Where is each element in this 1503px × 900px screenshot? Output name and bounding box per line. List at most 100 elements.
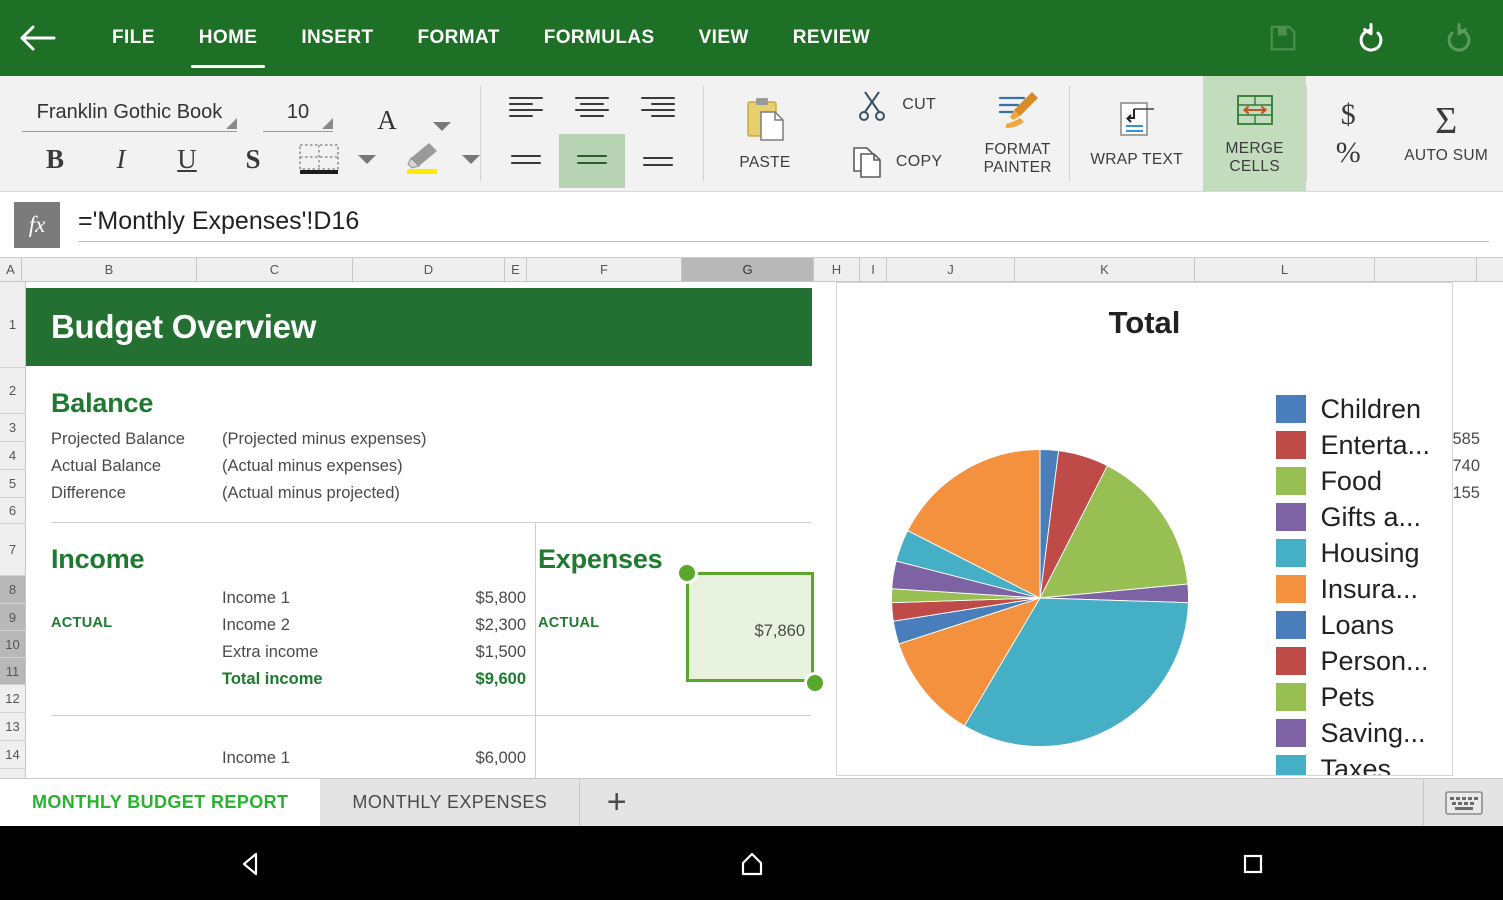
row-header-13[interactable]: 13 <box>0 713 25 741</box>
save-button[interactable] <box>1239 0 1327 76</box>
selection-handle-bottom-right[interactable] <box>804 672 826 694</box>
tab-review-label: REVIEW <box>793 27 870 49</box>
chevron-down-icon <box>462 155 480 164</box>
android-home-button[interactable] <box>692 826 812 900</box>
underline-label: U <box>177 144 197 174</box>
align-bottom-button[interactable] <box>625 134 691 188</box>
column-header-f[interactable]: F <box>527 258 682 281</box>
align-left-button[interactable] <box>493 80 559 134</box>
borders-dropdown[interactable] <box>358 151 376 169</box>
merge-cells-button[interactable]: MERGE CELLS <box>1225 76 1283 191</box>
sheet-canvas[interactable]: Budget Overview Balance Projected Balanc… <box>26 282 1503 778</box>
column-header-l[interactable]: L <box>1195 258 1375 281</box>
wrap-text-button[interactable]: WRAP TEXT <box>1090 76 1183 191</box>
android-recents-button[interactable] <box>1193 826 1313 900</box>
row-header-7[interactable]: 7 <box>0 524 25 576</box>
legend-item: Insura... <box>1276 571 1430 607</box>
font-name-value: Franklin Gothic Book <box>37 101 223 123</box>
chart-container[interactable]: Total ChildrenEnterta...FoodGifts a...Ho… <box>836 282 1453 776</box>
tab-home[interactable]: HOME <box>177 0 280 76</box>
borders-button[interactable] <box>294 142 346 178</box>
keyboard-toggle-button[interactable] <box>1423 779 1503 826</box>
undo-button[interactable] <box>1327 0 1415 76</box>
chevron-down-icon <box>358 155 376 164</box>
align-center-button[interactable] <box>559 80 625 134</box>
percent-format-button[interactable]: % <box>1336 134 1361 172</box>
format-painter-button[interactable]: FORMAT PAINTER <box>984 76 1052 191</box>
row-header-3[interactable]: 3 <box>0 414 25 442</box>
align-top-button[interactable] <box>493 134 559 188</box>
strikethrough-button[interactable]: S <box>220 144 286 175</box>
add-sheet-button[interactable]: + <box>579 779 653 826</box>
legend-item: Food <box>1276 463 1430 499</box>
home-icon <box>737 849 767 879</box>
column-header-a[interactable]: A <box>0 258 22 281</box>
font-color-dropdown[interactable] <box>433 118 451 136</box>
row-header-4[interactable]: 4 <box>0 442 25 470</box>
copy-button[interactable]: COPY <box>836 134 957 192</box>
row-header-14[interactable]: 14 <box>0 741 25 769</box>
android-back-button[interactable] <box>191 826 311 900</box>
row-header-5[interactable]: 5 <box>0 470 25 498</box>
row-header-2[interactable]: 2 <box>0 368 25 414</box>
column-header-h[interactable]: H <box>814 258 860 281</box>
highlight-dropdown[interactable] <box>462 151 480 169</box>
insert-function-button[interactable]: fx <box>14 202 60 248</box>
column-header-d[interactable]: D <box>353 258 505 281</box>
column-header-g[interactable]: G <box>682 258 814 281</box>
ribbon-toolbar: Franklin Gothic Book 10 A B I U S <box>0 76 1503 192</box>
paste-button[interactable]: PASTE <box>739 76 791 191</box>
row-header-10[interactable]: 10 <box>0 631 25 658</box>
tab-insert[interactable]: INSERT <box>279 0 395 76</box>
column-header-e[interactable]: E <box>505 258 527 281</box>
row-header-9[interactable]: 9 <box>0 604 25 631</box>
tab-insert-label: INSERT <box>301 27 373 49</box>
font-size-dropdown[interactable]: 10 <box>263 101 333 132</box>
column-header-c[interactable]: C <box>197 258 353 281</box>
tab-review[interactable]: REVIEW <box>771 0 892 76</box>
back-button[interactable] <box>0 0 76 76</box>
underline-button[interactable]: U <box>154 144 220 175</box>
row-header-12[interactable]: 12 <box>0 685 25 713</box>
row-header-blank[interactable] <box>0 769 25 778</box>
income-total-label: Total income <box>222 670 323 689</box>
sheet-tab-monthly-expenses[interactable]: MONTHLY EXPENSES <box>320 779 579 826</box>
font-name-dropdown[interactable]: Franklin Gothic Book <box>22 101 237 132</box>
row-header-6[interactable]: 6 <box>0 498 25 524</box>
undo-icon <box>1354 21 1388 55</box>
column-header-j[interactable]: J <box>887 258 1015 281</box>
column-header-blank[interactable] <box>1375 258 1477 281</box>
column-header-b[interactable]: B <box>22 258 197 281</box>
column-header-k[interactable]: K <box>1015 258 1195 281</box>
align-middle-button[interactable] <box>559 134 625 188</box>
formula-input[interactable]: ='Monthly Expenses'!D16 <box>78 207 1489 242</box>
legend-item: Person... <box>1276 643 1430 679</box>
tab-formulas[interactable]: FORMULAS <box>522 0 677 76</box>
row-header-8[interactable]: 8 <box>0 576 25 604</box>
currency-format-button[interactable]: $ <box>1341 96 1356 134</box>
legend-swatch <box>1276 575 1306 603</box>
italic-button[interactable]: I <box>88 144 154 175</box>
legend-swatch <box>1276 683 1306 711</box>
tab-file[interactable]: FILE <box>90 0 177 76</box>
bold-button[interactable]: B <box>22 144 88 175</box>
row-header-11[interactable]: 11 <box>0 658 25 685</box>
font-color-button[interactable]: A <box>363 107 411 134</box>
cut-copy-group: CUT COPY <box>826 76 966 191</box>
cell-selection-box[interactable]: $7,860 <box>686 572 814 682</box>
row-header-1[interactable]: 1 <box>0 282 25 368</box>
balance-row-note: (Projected minus expenses) <box>222 430 427 449</box>
legend-swatch <box>1276 755 1306 776</box>
cut-button[interactable]: CUT <box>842 76 950 134</box>
sheet-tab-label: MONTHLY EXPENSES <box>352 792 547 813</box>
tab-format[interactable]: FORMAT <box>395 0 521 76</box>
redo-button[interactable] <box>1415 0 1503 76</box>
highlight-button[interactable] <box>398 139 444 180</box>
legend-item: Children <box>1276 391 1430 427</box>
autosum-button[interactable]: Σ AUTO SUM <box>1404 76 1488 191</box>
selection-handle-top-left[interactable] <box>676 562 698 584</box>
sheet-tab-monthly-budget-report[interactable]: MONTHLY BUDGET REPORT <box>0 779 320 826</box>
tab-view[interactable]: VIEW <box>677 0 771 76</box>
align-right-button[interactable] <box>625 80 691 134</box>
column-header-i[interactable]: I <box>860 258 887 281</box>
